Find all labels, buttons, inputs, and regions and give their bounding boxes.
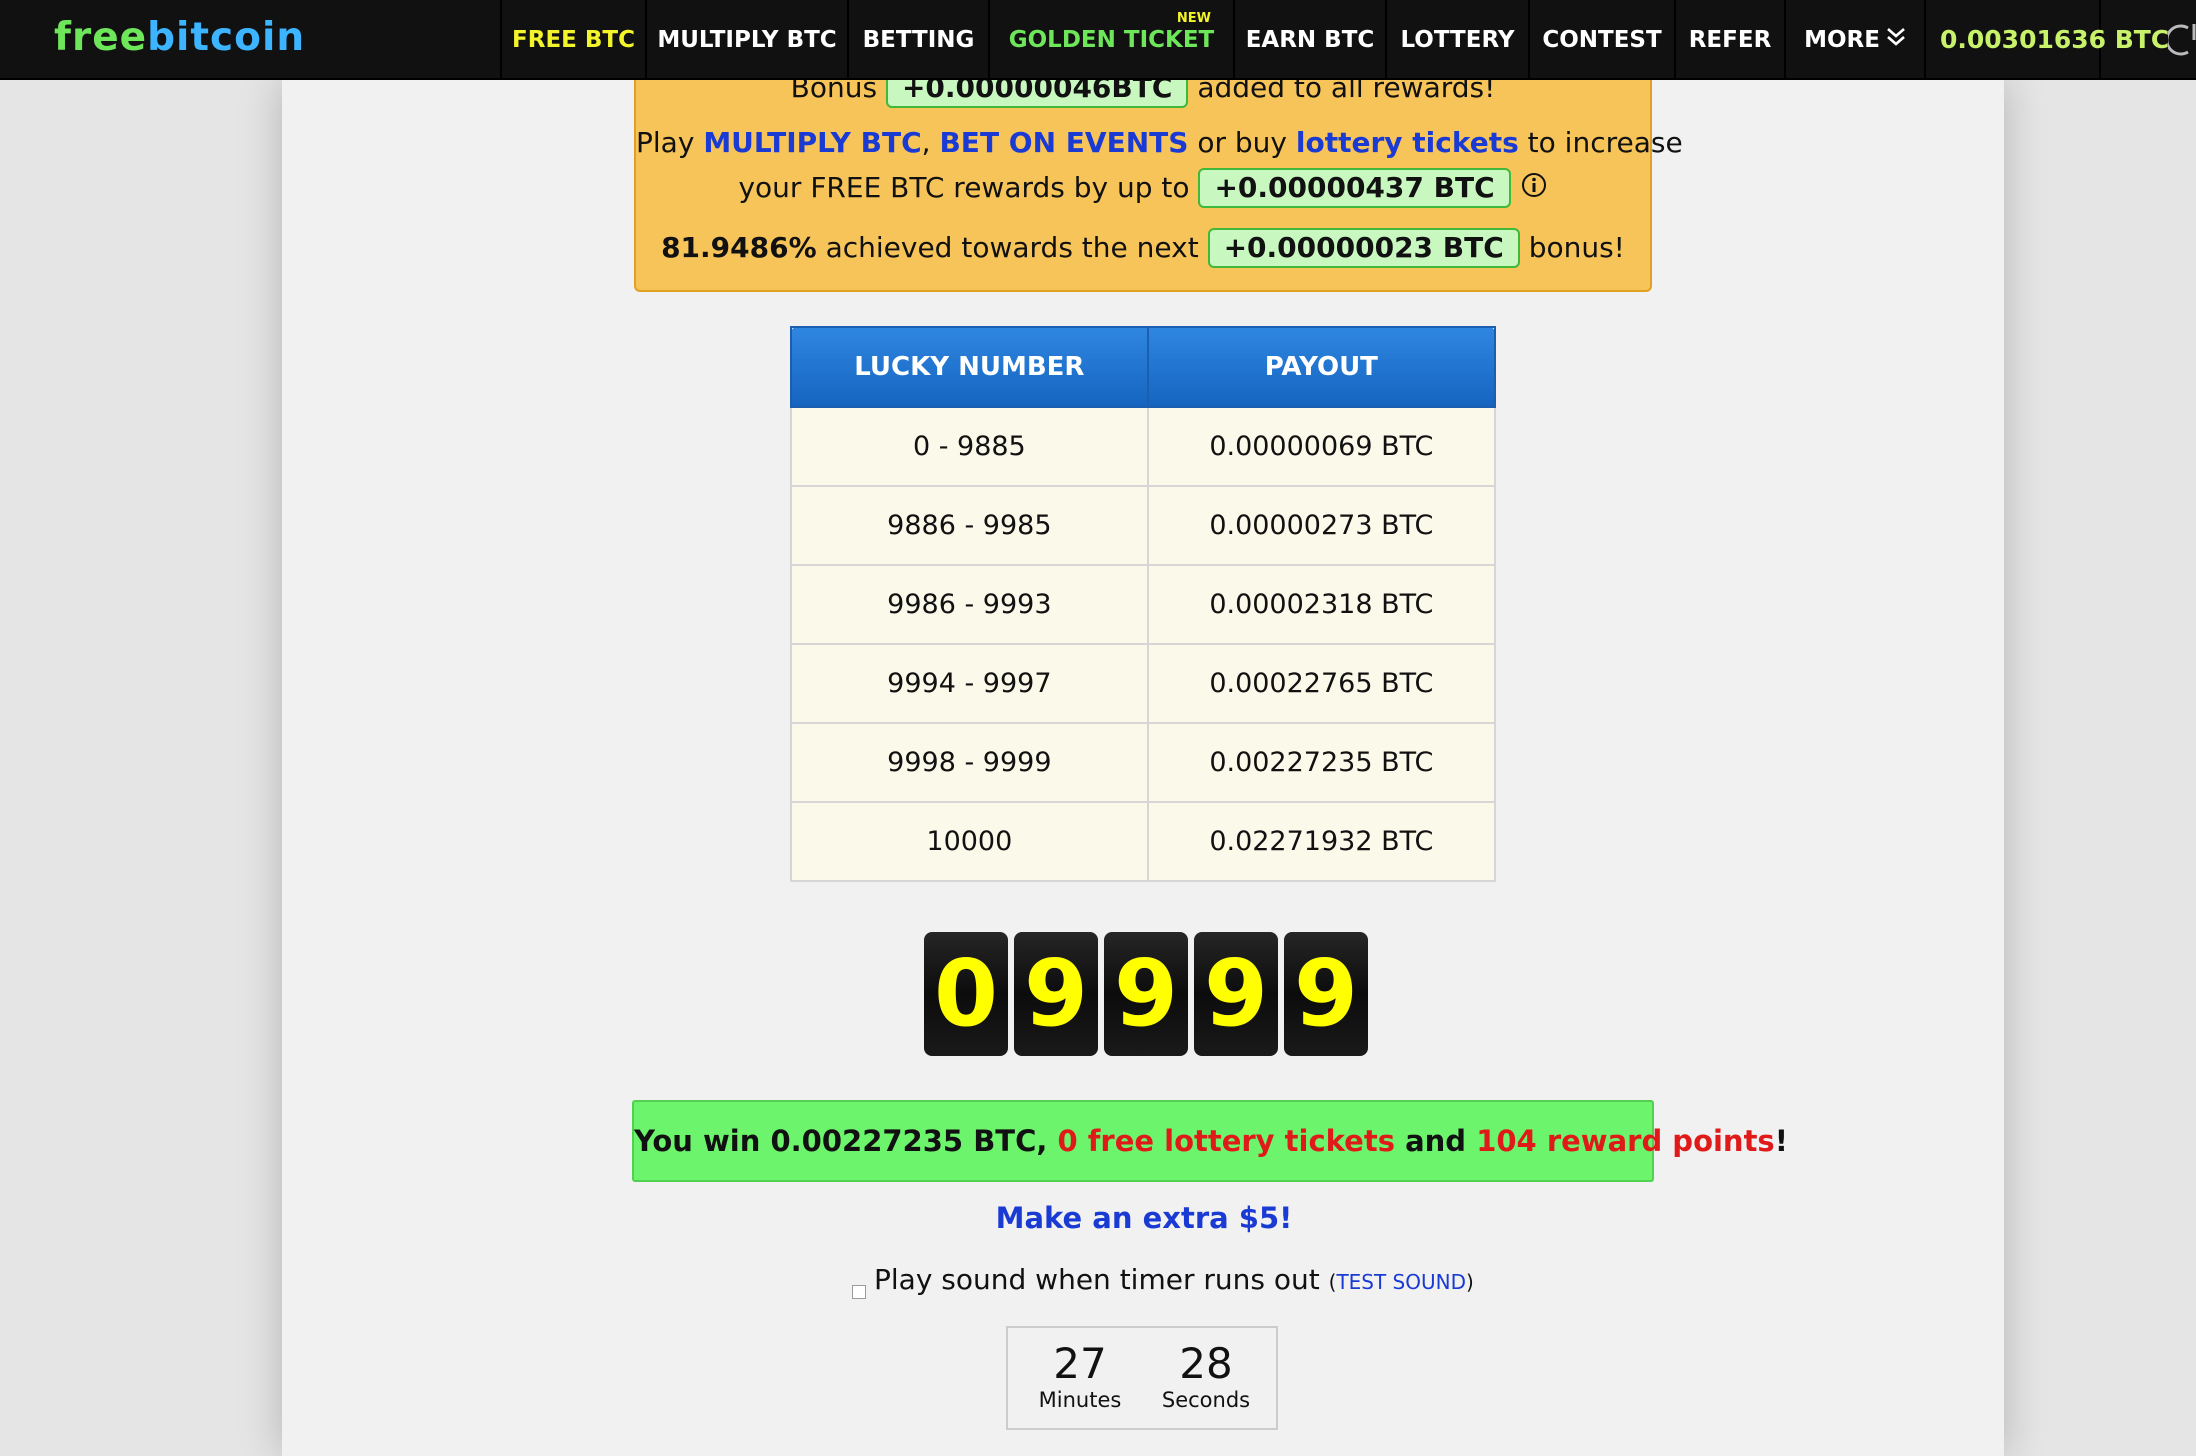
table-row: 9998 - 9999 0.00227235 BTC bbox=[790, 722, 1497, 803]
test-sound-link[interactable]: TEST SOUND bbox=[1336, 1270, 1466, 1294]
table-row: 10000 0.02271932 BTC bbox=[790, 801, 1497, 882]
table-header-row: LUCKY NUMBER PAYOUT bbox=[790, 326, 1497, 408]
seconds-label: Seconds bbox=[1161, 1388, 1251, 1412]
table-row: 9986 - 9993 0.00002318 BTC bbox=[790, 564, 1497, 645]
payout-cell: 0.00002318 BTC bbox=[1146, 564, 1497, 645]
table-row: 0 - 9885 0.00000069 BTC bbox=[790, 406, 1497, 487]
win-amount-text: You win 0.00227235 BTC, bbox=[634, 1124, 1048, 1158]
nav-lottery[interactable]: LOTTERY bbox=[1387, 0, 1530, 80]
lucky-digit: 9 bbox=[1104, 932, 1188, 1056]
site-logo[interactable]: freebitcoin bbox=[54, 10, 305, 66]
top-navbar: freebitcoin FREE BTC MULTIPLY BTC BETTIN… bbox=[0, 0, 2196, 80]
nav-refer[interactable]: REFER bbox=[1676, 0, 1786, 80]
lucky-number-display: 0 9 9 9 9 bbox=[924, 932, 1368, 1056]
payout-cell: 0.02271932 BTC bbox=[1146, 801, 1497, 882]
minutes-label: Minutes bbox=[1038, 1388, 1122, 1412]
rewards-up-to-text: your FREE BTC rewards by up to bbox=[738, 171, 1190, 204]
lucky-range-cell: 9994 - 9997 bbox=[790, 643, 1149, 724]
seconds-value: 28 bbox=[1179, 1339, 1233, 1388]
main-nav: FREE BTC MULTIPLY BTC BETTING GOLDEN TIC… bbox=[500, 0, 2169, 80]
lucky-digit: 9 bbox=[1194, 932, 1278, 1056]
comma-text: , bbox=[921, 126, 931, 159]
win-and-text: and bbox=[1405, 1124, 1467, 1158]
bonus-line-2: Play MULTIPLY BTC, BET ON EVENTS or buy … bbox=[636, 124, 1683, 162]
lucky-range-cell: 10000 bbox=[790, 801, 1149, 882]
lucky-digit: 9 bbox=[1014, 932, 1098, 1056]
nav-multiply-btc[interactable]: MULTIPLY BTC bbox=[647, 0, 849, 80]
nav-betting[interactable]: BETTING bbox=[849, 0, 990, 80]
nav-more[interactable]: MORE bbox=[1786, 0, 1926, 80]
info-icon[interactable] bbox=[1520, 169, 1548, 210]
chevron-double-down-icon bbox=[1886, 1, 1906, 81]
logo-bitcoin-text: bitcoin bbox=[147, 15, 306, 60]
win-exclaim: ! bbox=[1774, 1124, 1788, 1158]
bet-on-events-link[interactable]: BET ON EVENTS bbox=[939, 126, 1188, 159]
timer-seconds: 28 Seconds bbox=[1146, 1339, 1266, 1413]
new-badge: NEW bbox=[1176, 11, 1211, 26]
next-bonus-pill: +0.00000023 BTC bbox=[1207, 228, 1520, 268]
win-points-text: 104 reward points bbox=[1476, 1124, 1775, 1158]
bonus-line-3: your FREE BTC rewards by up to +0.000004… bbox=[636, 168, 1650, 210]
paren-close: ) bbox=[1466, 1270, 1474, 1294]
lucky-range-cell: 9886 - 9985 bbox=[790, 485, 1149, 566]
lucky-number-header: LUCKY NUMBER bbox=[790, 326, 1149, 408]
payout-cell: 0.00022765 BTC bbox=[1146, 643, 1497, 724]
payout-cell: 0.00227235 BTC bbox=[1146, 722, 1497, 803]
nav-contest[interactable]: CONTEST bbox=[1530, 0, 1676, 80]
lucky-range-cell: 0 - 9885 bbox=[790, 406, 1149, 487]
nav-more-label: MORE bbox=[1804, 27, 1880, 53]
logo-free-text: free bbox=[54, 15, 148, 60]
payout-cell: 0.00000069 BTC bbox=[1146, 406, 1497, 487]
power-icon[interactable] bbox=[2168, 0, 2196, 80]
bonus-panel: Bonus +0.00000046BTC added to all reward… bbox=[634, 68, 1683, 292]
table-row: 9886 - 9985 0.00000273 BTC bbox=[790, 485, 1497, 566]
bonus-word: bonus! bbox=[1528, 231, 1625, 264]
make-extra-link[interactable]: Make an extra $5! bbox=[0, 1196, 2196, 1240]
sound-option-row: Play sound when timer runs out (TEST SOU… bbox=[852, 1258, 1474, 1302]
nav-golden-ticket-label: GOLDEN TICKET bbox=[1008, 27, 1215, 53]
lucky-range-cell: 9986 - 9993 bbox=[790, 564, 1149, 645]
win-tickets-text: 0 free lottery tickets bbox=[1057, 1124, 1395, 1158]
play-sound-checkbox[interactable] bbox=[852, 1285, 866, 1299]
play-sound-label: Play sound when timer runs out bbox=[874, 1263, 1320, 1296]
play-text: Play bbox=[636, 126, 695, 159]
table-row: 9994 - 9997 0.00022765 BTC bbox=[790, 643, 1497, 724]
payout-table: LUCKY NUMBER PAYOUT 0 - 9885 0.00000069 … bbox=[790, 326, 1497, 882]
nav-earn-btc[interactable]: EARN BTC bbox=[1235, 0, 1387, 80]
win-message-banner: You win 0.00227235 BTC, 0 free lottery t… bbox=[632, 1100, 1788, 1182]
increase-text: to increase bbox=[1527, 126, 1683, 159]
progress-percent: 81.9486% bbox=[661, 231, 817, 264]
bonus-line-4: 81.9486% achieved towards the next +0.00… bbox=[636, 228, 1650, 268]
lucky-range-cell: 9998 - 9999 bbox=[790, 722, 1149, 803]
balance-display: 0.00301636 BTC bbox=[1926, 0, 2169, 80]
towards-next-text: achieved towards the next bbox=[825, 231, 1199, 264]
lucky-digit: 9 bbox=[1284, 932, 1368, 1056]
minutes-value: 27 bbox=[1053, 1339, 1107, 1388]
payout-header: PAYOUT bbox=[1146, 326, 1497, 408]
payout-cell: 0.00000273 BTC bbox=[1146, 485, 1497, 566]
nav-free-btc[interactable]: FREE BTC bbox=[502, 0, 647, 80]
max-bonus-pill: +0.00000437 BTC bbox=[1198, 168, 1511, 208]
or-buy-text: or buy bbox=[1197, 126, 1287, 159]
lottery-tickets-link[interactable]: lottery tickets bbox=[1296, 126, 1519, 159]
timer-minutes: 27 Minutes bbox=[1020, 1339, 1140, 1413]
multiply-btc-link[interactable]: MULTIPLY BTC bbox=[703, 126, 921, 159]
countdown-timer: 27 Minutes 28 Seconds bbox=[1006, 1326, 1278, 1430]
lucky-digit: 0 bbox=[924, 932, 1008, 1056]
nav-golden-ticket[interactable]: GOLDEN TICKET NEW bbox=[990, 0, 1235, 80]
